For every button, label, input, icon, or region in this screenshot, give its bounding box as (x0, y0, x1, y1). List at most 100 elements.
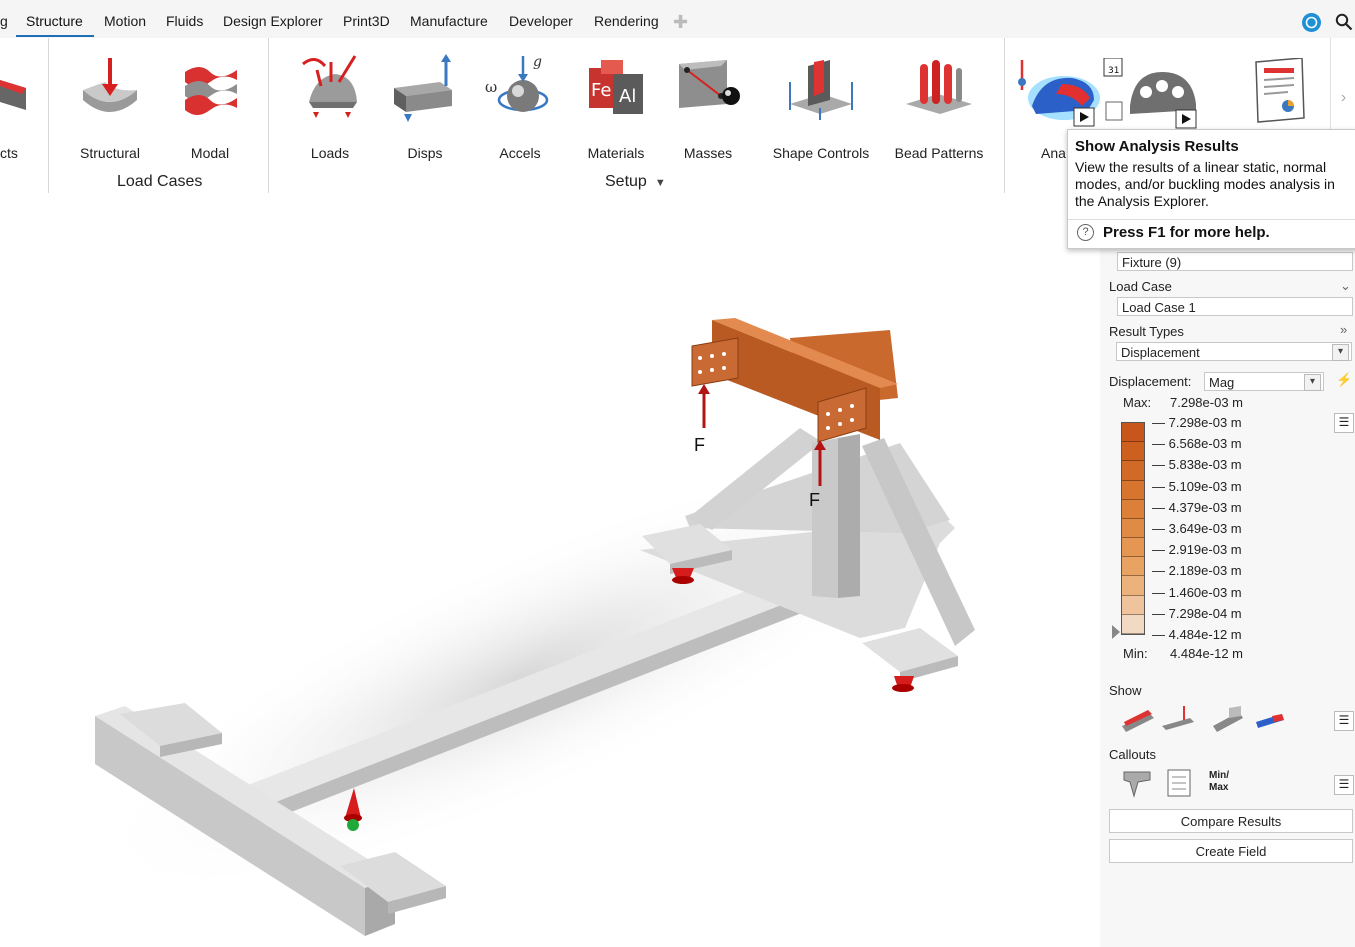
legend-value-text: 2.189e-03 m (1168, 563, 1242, 579)
tab-print3d[interactable]: Print3D (343, 13, 390, 29)
legend-value-text: 3.649e-03 m (1168, 521, 1242, 536)
legend-value: — 7.298e-03 m (1152, 415, 1242, 430)
shape-controls-button[interactable]: Shape Controls (768, 46, 874, 161)
tooltip-help-text: Press F1 for more help. (1103, 224, 1270, 241)
legend-value-text: 5.109e-03 m (1168, 478, 1242, 494)
bead-patterns-icon (906, 60, 972, 114)
tab-rendering[interactable]: Rendering (594, 13, 659, 29)
load-case-label: Load Case (1109, 279, 1172, 294)
model-scene: F F (87, 318, 975, 936)
calendar-day: 31 (1108, 66, 1119, 76)
modal-button[interactable]: Modal (170, 46, 250, 161)
materials-label: Materials (587, 145, 645, 161)
legend-value: — 1.460e-03 m (1152, 585, 1242, 600)
legend-value: — 3.649e-03 m (1152, 521, 1242, 536)
collapse-chevron-icon[interactable]: ⌄ (1340, 278, 1351, 294)
legend-value: — 7.298e-04 m (1152, 606, 1242, 621)
materials-button[interactable]: Fe Al Materials (576, 46, 656, 161)
fe-symbol: Fe (591, 80, 611, 101)
min-max-callout-button[interactable]: Min/ Max (1209, 770, 1229, 794)
masses-button[interactable]: Masses (668, 46, 748, 161)
legend-value-text: 4.484e-12 m (1168, 627, 1242, 642)
probe-callout-icon[interactable] (1120, 768, 1156, 798)
chat-icon[interactable] (1302, 13, 1321, 32)
legend-tick: — (1152, 563, 1169, 579)
tab-structure[interactable]: Structure (26, 13, 83, 29)
search-icon[interactable] (1335, 13, 1353, 31)
fixture-field[interactable]: Fixture (9) (1117, 252, 1353, 271)
analysis-explorer-icon: 31 (1103, 58, 1197, 129)
legend-color-band (1122, 595, 1144, 615)
dropdown-arrow-icon[interactable]: ▾ (1304, 374, 1321, 391)
legend-menu-icon[interactable]: ☰ (1334, 413, 1354, 433)
create-field-button[interactable]: Create Field (1109, 839, 1353, 863)
disps-button[interactable]: Disps (385, 46, 465, 161)
table-callout-icon[interactable] (1162, 768, 1198, 798)
accels-button[interactable]: g ω Accels (480, 46, 560, 161)
setup-group-text: Setup (605, 173, 647, 190)
show-model-icon[interactable] (1209, 704, 1245, 734)
add-tab-icon[interactable]: ✚ (673, 13, 688, 31)
ribbon-separator (48, 38, 49, 193)
legend-tick: — (1152, 605, 1169, 621)
loads-icon (302, 55, 357, 118)
legend-slider-handle[interactable] (1112, 625, 1120, 639)
result-types-value: Displacement (1121, 345, 1200, 360)
tab-motion[interactable]: Motion (104, 13, 146, 29)
result-types-select[interactable]: Displacement ▾ (1116, 342, 1352, 361)
show-loads-icon[interactable] (1160, 704, 1196, 734)
displacements-icon (394, 54, 452, 122)
legend-value-text: 5.838e-03 m (1168, 457, 1242, 473)
legend-color-band (1122, 614, 1144, 634)
legend-tick: — (1152, 457, 1169, 473)
shape-controls-label: Shape Controls (772, 145, 870, 161)
bead-patterns-label: Bead Patterns (894, 145, 984, 161)
center-leg (812, 438, 838, 598)
show-menu-icon[interactable]: ☰ (1334, 711, 1354, 731)
legend-value: — 2.919e-03 m (1152, 542, 1242, 557)
ribbon-button-partial[interactable]: cts (0, 46, 30, 161)
legend-value-text: 4.379e-03 m (1168, 499, 1242, 515)
ribbon-button-label: cts (0, 145, 18, 161)
legend-value: — 6.568e-03 m (1152, 436, 1242, 451)
accels-label: Accels (499, 145, 541, 161)
load-case-field[interactable]: Load Case 1 (1117, 297, 1353, 316)
force-label-2: F (809, 490, 820, 510)
dropdown-arrow-icon[interactable]: ▾ (1332, 344, 1349, 361)
legend-tick: — (1152, 415, 1169, 430)
tooltip-divider (1068, 219, 1355, 220)
origin-marker (347, 819, 359, 831)
bead-patterns-button[interactable]: Bead Patterns (890, 46, 988, 161)
legend-tick: — (1152, 521, 1169, 536)
expand-chevron-icon[interactable]: » (1340, 322, 1347, 337)
tab-manufacture[interactable]: Manufacture (410, 13, 488, 29)
setup-group-label[interactable]: Setup ▼ (605, 173, 666, 191)
legend-color-band (1122, 557, 1144, 577)
lightning-icon[interactable]: ⚡ (1336, 372, 1352, 388)
structural-label: Structural (80, 145, 140, 161)
legend-color-band (1122, 576, 1144, 596)
loads-label: Loads (310, 145, 350, 161)
show-contour-icon[interactable] (1252, 704, 1288, 734)
loads-button[interactable]: Loads (290, 46, 370, 161)
legend-value: — 5.109e-03 m (1152, 479, 1242, 494)
legend-color-band (1122, 442, 1144, 462)
tab-design-explorer[interactable]: Design Explorer (223, 13, 323, 29)
tab-partial[interactable]: g (0, 13, 8, 29)
ribbon-separator (1004, 38, 1005, 193)
active-tab-indicator (16, 35, 94, 37)
modal-load-case-icon (185, 67, 237, 115)
max-value: 7.298e-03 m (1170, 395, 1243, 410)
gravity-symbol: g (533, 54, 542, 70)
structural-button[interactable]: Structural (70, 46, 150, 161)
compare-results-button[interactable]: Compare Results (1109, 809, 1353, 833)
model-viewport[interactable]: F F (0, 198, 1100, 947)
displacement-component-select[interactable]: Mag ▾ (1204, 372, 1324, 391)
tab-developer[interactable]: Developer (509, 13, 573, 29)
callouts-menu-icon[interactable]: ☰ (1334, 775, 1354, 795)
show-deformed-icon[interactable] (1120, 704, 1156, 734)
legend-color-band (1122, 538, 1144, 558)
accelerations-icon: g ω (485, 54, 549, 112)
tab-fluids[interactable]: Fluids (166, 13, 203, 29)
show-label: Show (1109, 683, 1142, 698)
